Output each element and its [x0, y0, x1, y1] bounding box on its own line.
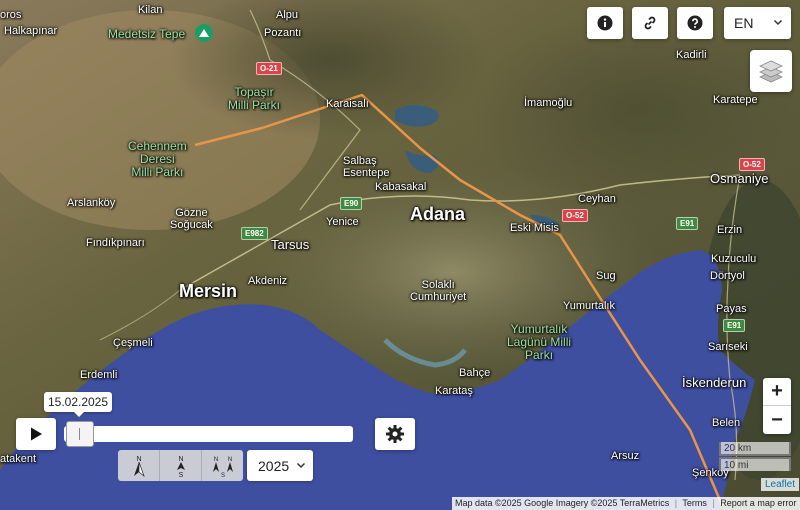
- timeline-track[interactable]: [64, 426, 353, 442]
- attribution-separator: |: [712, 498, 715, 508]
- place-label: Payas: [716, 303, 747, 315]
- place-label: Erdemli: [80, 369, 118, 381]
- place-label: Yumurtalık: [563, 300, 615, 312]
- place-label: Ceyhan: [578, 193, 616, 205]
- link-icon: [644, 16, 656, 30]
- year-value: 2025: [258, 457, 290, 474]
- place-label: Belen: [712, 417, 741, 429]
- place-label: Kilan: [138, 4, 163, 16]
- place-label: Salbaş Esentepe: [343, 155, 390, 179]
- chevron-down-icon: [296, 462, 306, 469]
- play-icon: [31, 427, 42, 441]
- orientation-toggle-group: N N S N N S: [118, 450, 243, 481]
- place-label: Kadirli: [676, 49, 707, 61]
- place-label: Topaşır Milli Parkı: [228, 85, 281, 112]
- place-label: Akdeniz: [248, 275, 288, 287]
- settings-button[interactable]: [375, 418, 415, 450]
- place-label: İskenderun: [682, 375, 747, 390]
- layers-icon: [759, 60, 783, 83]
- report-error-link[interactable]: Report a map error: [720, 498, 796, 508]
- timeline-slider-handle[interactable]: [66, 421, 94, 447]
- double-north-button[interactable]: N N S: [202, 450, 243, 481]
- road-shield-e91: E91: [723, 319, 746, 332]
- info-button[interactable]: [587, 7, 623, 39]
- north-arrow-icon: N: [133, 456, 145, 477]
- place-label: Dörtyol: [710, 270, 745, 282]
- place-label: Gözne Soğucak: [170, 207, 213, 231]
- svg-text:S: S: [178, 472, 183, 478]
- date-tooltip: 15.02.2025: [44, 392, 112, 417]
- attribution-separator: |: [674, 498, 678, 508]
- place-label: Arslanköy: [67, 197, 116, 209]
- language-value: EN: [734, 15, 754, 31]
- place-label-city: Adana: [410, 204, 466, 224]
- year-select[interactable]: 2025: [247, 450, 313, 481]
- scale-km: 20 km: [719, 442, 791, 456]
- place-label: Karaisalı: [326, 98, 369, 110]
- info-icon: [597, 15, 613, 31]
- layers-button[interactable]: [750, 50, 792, 92]
- zoom-out-button[interactable]: −: [763, 406, 791, 434]
- north-up-button[interactable]: N: [118, 450, 160, 481]
- place-label-city: Mersin: [179, 281, 238, 301]
- gear-icon: [386, 425, 404, 443]
- place-label: Cehennem Deresi Milli Parkı: [128, 139, 187, 179]
- place-label: atakent: [0, 453, 37, 465]
- zoom-in-button[interactable]: +: [763, 378, 791, 406]
- road-shield-e90: E90: [340, 197, 363, 210]
- place-label: Medetsiz Tepe: [108, 27, 186, 41]
- svg-text:S: S: [220, 473, 224, 478]
- play-button[interactable]: [16, 418, 56, 450]
- scale-mi: 10 mi: [719, 457, 791, 471]
- leaflet-link[interactable]: Leaflet: [761, 478, 800, 491]
- map-attribution: Map data ©2025 Google Imagery ©2025 Terr…: [452, 497, 800, 510]
- place-label: Arsuz: [611, 450, 640, 462]
- place-label: oros: [0, 9, 22, 21]
- road-shield-e982: E982: [241, 227, 268, 240]
- place-label: İmamoğlu: [524, 97, 573, 109]
- place-label: Pozantı: [264, 27, 302, 39]
- help-icon: [687, 15, 703, 31]
- place-label: Fındıkpınarı: [86, 237, 145, 249]
- road-shield-o52: O-52: [562, 209, 588, 222]
- terms-link[interactable]: Terms: [682, 498, 707, 508]
- place-label: Osmaniye: [710, 171, 769, 186]
- place-label: Kabasakal: [375, 181, 427, 193]
- place-label: Yumurtalık Lagünü Milli Parkı: [507, 322, 572, 362]
- place-label: Bahçe: [459, 367, 491, 379]
- north-north-arrow-icon: N N S: [212, 457, 233, 478]
- north-south-button[interactable]: N S: [160, 450, 202, 481]
- place-label: Sug: [596, 270, 616, 282]
- attribution-data: Map data ©2025 Google Imagery ©2025 Terr…: [455, 498, 670, 508]
- place-label: Karatepe: [713, 94, 758, 106]
- road-shield-e91: E91: [676, 217, 699, 230]
- place-label: Karataş: [435, 385, 473, 397]
- place-label: Sarıseki: [708, 341, 748, 353]
- place-label: Eski Misis: [510, 222, 559, 234]
- north-south-arrow-icon: N S: [176, 456, 185, 478]
- place-label: Kuzuculu: [711, 253, 757, 265]
- svg-text:N: N: [178, 456, 183, 463]
- place-label: Tarsus: [271, 237, 310, 252]
- chevron-down-icon: [773, 19, 783, 26]
- place-label: Alpu: [276, 9, 299, 21]
- place-label: Erzin: [717, 224, 743, 236]
- place-label: Solaklı Cumhuriyet: [410, 279, 467, 303]
- road-shield-o21: O-21: [256, 62, 282, 75]
- road-shield-o52: O-52: [739, 158, 765, 171]
- zoom-control: + −: [763, 378, 791, 434]
- help-button[interactable]: [677, 7, 713, 39]
- place-label: Halkapınar: [4, 25, 58, 37]
- place-label: Çeşmeli: [113, 337, 153, 349]
- language-select[interactable]: EN: [724, 7, 791, 39]
- place-label: Yenice: [326, 216, 359, 228]
- share-link-button[interactable]: [632, 7, 668, 39]
